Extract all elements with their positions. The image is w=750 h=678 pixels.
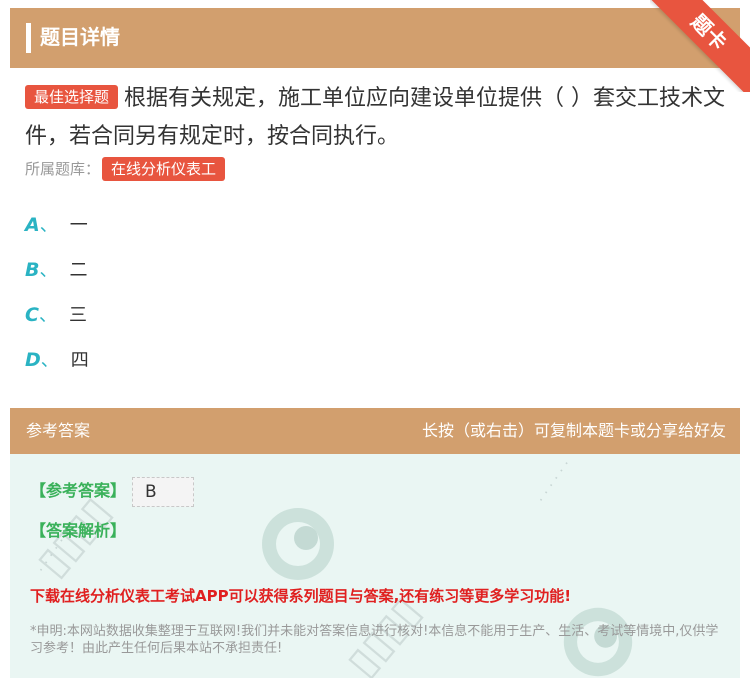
option-text: 一 [69, 215, 88, 236]
option-text: 二 [69, 260, 88, 281]
answer-bar: 参考答案 长按（或右击）可复制本题卡或分享给好友 [10, 408, 740, 454]
page-title: 题目详情 [40, 25, 120, 49]
disclaimer-notice: *申明:本网站数据收集整理于互联网!我们并未能对答案信息进行核对!本信息不能用于… [30, 624, 719, 656]
reference-answer-value: B [132, 477, 194, 507]
share-hint: 长按（或右击）可复制本题卡或分享给好友 [421, 421, 726, 440]
option-d[interactable]: D、四 [25, 345, 89, 376]
watermark-logo [262, 508, 334, 580]
option-letter: C [25, 304, 39, 326]
option-a[interactable]: A、一 [25, 210, 88, 241]
question-type-badge: 最佳选择题 [25, 85, 119, 109]
question-text: 根据有关规定，施工单位应向建设单位提供（ ）套交工技术文件，若合同另有规定时，按… [25, 86, 726, 149]
reference-answer-label: 【参考答案】 [30, 481, 127, 500]
option-b[interactable]: B、二 [25, 255, 87, 286]
question-stem: 最佳选择题 根据有关规定，施工单位应向建设单位提供（ ）套交工技术文件，若合同另有… [25, 80, 725, 156]
header-bar: 题目详情 [10, 8, 740, 68]
corner-ribbon[interactable]: 题卡 [650, 0, 750, 92]
header-accent-bar [26, 23, 31, 53]
option-letter: A [25, 214, 40, 236]
bank-name-badge[interactable]: 在线分析仪表工 [102, 157, 226, 181]
option-letter: B [25, 259, 40, 281]
answer-analysis-label: 【答案解析】 [30, 521, 127, 540]
answer-bar-title: 参考答案 [26, 421, 91, 440]
option-c[interactable]: C、三 [25, 300, 87, 331]
app-download-promo[interactable]: 下载在线分析仪表工考试APP可以获得系列题目与答案,还有练习等更多学习功能! [30, 584, 571, 608]
option-text: 三 [68, 305, 87, 326]
option-letter: D [25, 349, 41, 371]
option-text: 四 [70, 350, 89, 371]
watermark-url: · · · · · · [533, 457, 576, 507]
corner-ribbon-label: 题卡 [650, 0, 750, 92]
question-bank: 所属题库： 在线分析仪表工 [25, 157, 226, 181]
bank-label: 所属题库： [25, 160, 101, 178]
